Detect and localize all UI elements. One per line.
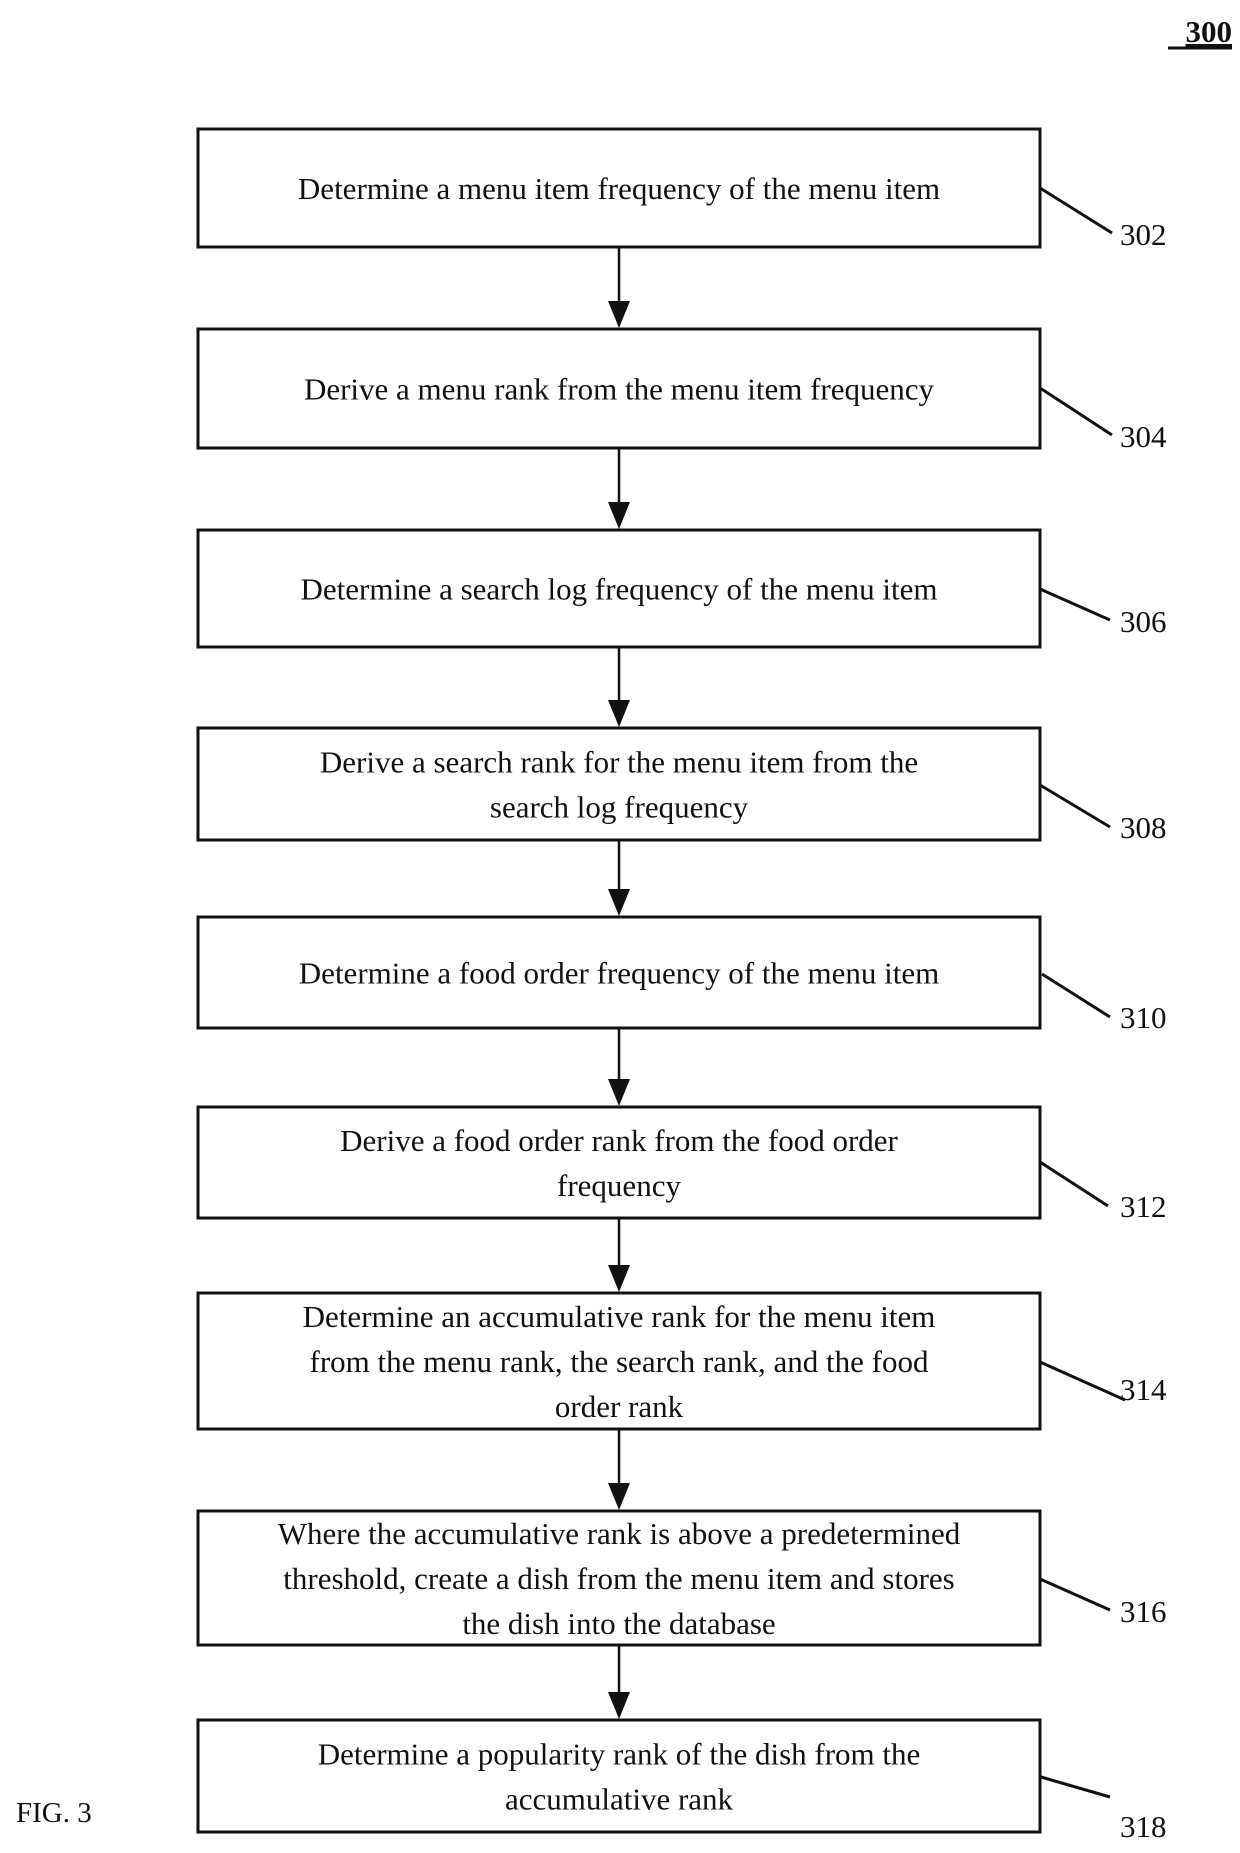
arrow-down-icon (608, 1483, 630, 1510)
arrow-down-icon (608, 301, 630, 328)
flowchart: 300 FIG. 3 Determine a menu item frequen… (16, 14, 1233, 1844)
reference-leader-line (1039, 1360, 1126, 1402)
arrow-down-icon (608, 1265, 630, 1292)
flow-step: Determine a popularity rank of the dish … (196, 1718, 1167, 1844)
step-text-line: from the menu rank, the search rank, and… (310, 1344, 929, 1379)
step-text-line: order rank (555, 1389, 684, 1424)
step-text-line: Determine a food order frequency of the … (299, 956, 939, 991)
flow-step: Where the accumulative rank is above a p… (196, 1509, 1167, 1647)
reference-numeral: 312 (1120, 1189, 1167, 1224)
reference-leader-line (1039, 587, 1111, 622)
step-text-line: Determine an accumulative rank for the m… (303, 1299, 936, 1334)
flow-arrow (608, 1645, 630, 1719)
arrow-down-icon (608, 502, 630, 529)
step-text-line: Derive a search rank for the menu item f… (320, 745, 918, 780)
step-text-line: frequency (557, 1168, 681, 1203)
step-text-line: Determine a popularity rank of the dish … (318, 1737, 921, 1772)
arrow-down-icon (608, 889, 630, 916)
step-text-line: search log frequency (490, 790, 749, 825)
reference-leader-line (1039, 783, 1111, 829)
reference-numeral: 302 (1120, 217, 1167, 252)
reference-numeral: 318 (1120, 1809, 1167, 1844)
step-text-line: Derive a menu rank from the menu item fr… (304, 372, 935, 407)
steps-layer: Determine a menu item frequency of the m… (196, 127, 1167, 1844)
reference-leader-line (1039, 1160, 1109, 1208)
flow-step: Determine a food order frequency of the … (196, 915, 1167, 1035)
step-text-line: threshold, create a dish from the menu i… (283, 1561, 954, 1596)
reference-numeral: 314 (1120, 1372, 1167, 1407)
arrow-down-icon (608, 700, 630, 727)
flow-arrow (608, 1218, 630, 1292)
reference-leader-line (1039, 186, 1113, 235)
figure-number: 300 (1186, 14, 1233, 49)
reference-numeral: 308 (1120, 810, 1167, 845)
flow-step: Derive a menu rank from the menu item fr… (196, 327, 1167, 454)
flow-arrow (608, 1028, 630, 1106)
flow-step: Derive a food order rank from the food o… (196, 1105, 1167, 1224)
flow-arrow (608, 840, 630, 916)
figure-caption: FIG. 3 (16, 1797, 92, 1829)
reference-numeral: 304 (1120, 419, 1167, 454)
reference-numeral: 306 (1120, 604, 1167, 639)
step-text-line: Determine a menu item frequency of the m… (298, 171, 940, 206)
arrow-down-icon (608, 1079, 630, 1106)
flow-arrow (608, 247, 630, 328)
step-text-line: the dish into the database (462, 1606, 775, 1641)
reference-numeral: 310 (1120, 1000, 1167, 1035)
flow-arrow (608, 448, 630, 529)
flow-arrow (608, 1429, 630, 1510)
step-text-line: Derive a food order rank from the food o… (340, 1123, 898, 1158)
flow-arrow (608, 647, 630, 727)
arrow-down-icon (608, 1692, 630, 1719)
reference-leader-line (1041, 972, 1111, 1019)
reference-leader-line (1040, 1775, 1111, 1799)
reference-numeral: 316 (1120, 1594, 1167, 1629)
step-text-line: Determine a search log frequency of the … (301, 572, 938, 607)
step-text-line: Where the accumulative rank is above a p… (278, 1516, 961, 1551)
step-text-line: accumulative rank (505, 1782, 734, 1817)
flow-step: Determine a menu item frequency of the m… (196, 127, 1167, 252)
reference-leader-line (1039, 1577, 1111, 1612)
flow-step: Determine a search log frequency of the … (196, 528, 1167, 649)
flow-step: Derive a search rank for the menu item f… (196, 726, 1167, 845)
reference-leader-line (1039, 386, 1113, 437)
flow-step: Determine an accumulative rank for the m… (196, 1291, 1167, 1431)
